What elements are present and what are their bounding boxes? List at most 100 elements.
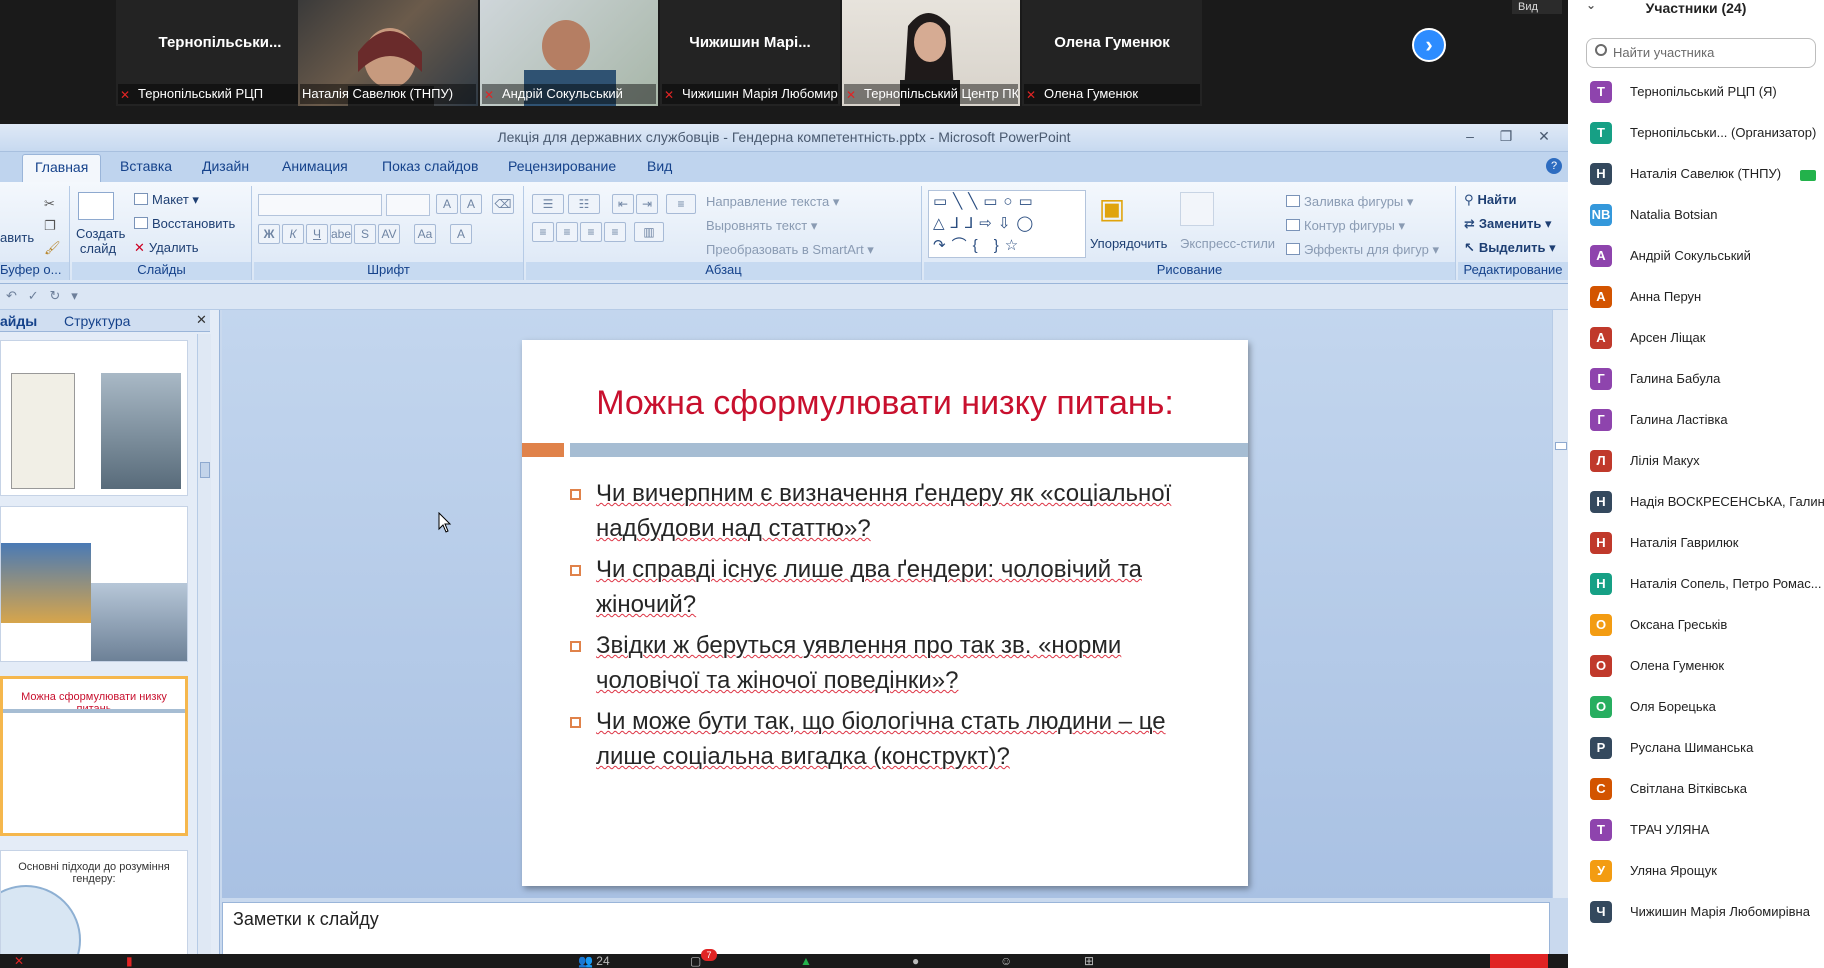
participant-row[interactable]: А Анна Перун <box>1568 279 1824 320</box>
participant-row[interactable]: Ч Чижишин Марія Любомирівна <box>1568 894 1824 935</box>
participant-row[interactable]: С Світлана Вітківська <box>1568 771 1824 812</box>
copy-icon[interactable]: ❐ <box>44 218 56 234</box>
search-input[interactable]: Найти участника <box>1586 38 1816 68</box>
decrease-indent-icon[interactable]: ⇤ <box>612 194 634 214</box>
participant-row[interactable]: Г Галина Ластівка <box>1568 402 1824 443</box>
align-center-icon[interactable]: ≡ <box>556 222 578 242</box>
close-icon[interactable]: ✕ <box>1534 128 1554 146</box>
minimize-icon[interactable]: – <box>1460 128 1480 146</box>
participant-row[interactable]: NB Natalia Botsian <box>1568 197 1824 238</box>
new-slide-button[interactable]: Создать слайд <box>76 226 125 256</box>
participant-row[interactable]: Н Надія ВОСКРЕСЕНСЬКА, Галина Г <box>1568 484 1824 525</box>
shadow-icon[interactable]: S <box>354 224 376 244</box>
quick-styles-button[interactable]: Экспресс-стили <box>1180 236 1275 251</box>
spellcheck-icon[interactable]: ✓ <box>28 288 39 303</box>
bold-icon[interactable]: Ж <box>258 224 280 244</box>
smartart-button[interactable]: Преобразовать в SmartArt ▾ <box>706 242 874 258</box>
participant-row[interactable]: Т Тернопільськи... (Организатор) <box>1568 115 1824 156</box>
participant-row[interactable]: Т Тернопільський РЦП (Я) <box>1568 74 1824 115</box>
chevron-down-icon[interactable]: ⌄ <box>1586 0 1596 12</box>
change-case-icon[interactable]: Aa <box>414 224 436 244</box>
slide-thumbnail[interactable] <box>0 506 188 662</box>
participant-row[interactable]: Р Руслана Шиманська <box>1568 730 1824 771</box>
shape-outline-button[interactable]: Контур фигуры ▾ <box>1286 218 1405 234</box>
slide-thumbnail[interactable] <box>0 340 188 496</box>
slide-title[interactable]: Можна сформулювати низку питань: <box>522 384 1248 423</box>
justify-icon[interactable]: ≡ <box>604 222 626 242</box>
shapes-gallery[interactable]: ▭╲╲▭○▭ △⅃⅃⇨⇩◯ ↷⌒{ }☆ <box>928 190 1086 258</box>
tab-view[interactable]: Вид <box>647 158 672 174</box>
font-size-select[interactable] <box>386 194 430 216</box>
cut-icon[interactable]: ✂ <box>44 196 55 212</box>
participant-row[interactable]: А Арсен Ліщак <box>1568 320 1824 361</box>
participant-row[interactable]: А Андрій Сокульський <box>1568 238 1824 279</box>
video-tile[interactable]: Тернопільський Центр ПК ✕ <box>842 0 1020 106</box>
participant-row[interactable]: Г Галина Бабула <box>1568 361 1824 402</box>
bullets-icon[interactable]: ☰ <box>532 194 564 214</box>
font-name-select[interactable] <box>258 194 382 216</box>
redo-icon[interactable]: ↻ <box>50 288 61 303</box>
slide-scrollbar[interactable] <box>1552 310 1568 898</box>
text-direction-button[interactable]: Направление текста ▾ <box>706 194 839 210</box>
end-meeting-button[interactable] <box>1490 954 1548 968</box>
participant-row[interactable]: Т ТРАЧ УЛЯНА <box>1568 812 1824 853</box>
align-text-button[interactable]: Выровнять текст ▾ <box>706 218 817 234</box>
video-tile[interactable]: Андрій Сокульський ✕ <box>480 0 658 106</box>
scroll-thumb[interactable] <box>200 462 210 478</box>
tab-insert[interactable]: Вставка <box>120 158 172 174</box>
reset-button[interactable]: Восстановить <box>134 216 235 231</box>
tab-animation[interactable]: Анимация <box>282 158 348 174</box>
tab-outline[interactable]: Структура <box>64 313 130 329</box>
panel-scrollbar[interactable] <box>197 334 211 960</box>
align-right-icon[interactable]: ≡ <box>580 222 602 242</box>
notes-pane[interactable]: Заметки к слайду <box>222 902 1550 962</box>
replace-button[interactable]: ⇄ Заменить ▾ <box>1464 216 1551 232</box>
new-slide-icon[interactable] <box>78 192 114 220</box>
next-page-icon[interactable]: › <box>1412 28 1446 62</box>
participants-icon[interactable]: 👥 24 <box>578 954 610 968</box>
participant-row[interactable]: Н Наталія Гаврилюк <box>1568 525 1824 566</box>
tab-design[interactable]: Дизайн <box>202 158 249 174</box>
share-screen-icon[interactable]: ▲ <box>800 954 812 968</box>
video-tile[interactable]: Чижишин Марі... Чижишин Марія Любомирів.… <box>660 0 840 106</box>
tab-home[interactable]: Главная <box>22 154 102 182</box>
font-color-icon[interactable]: A <box>450 224 472 244</box>
tab-review[interactable]: Рецензирование <box>508 158 616 174</box>
video-tile[interactable]: Наталія Савелюк (ТНПУ) <box>298 0 478 106</box>
bullet-list[interactable]: Чи вичерпним є визначення ґендеру як «со… <box>566 476 1206 780</box>
arrange-button[interactable]: Упорядочить <box>1090 236 1167 251</box>
shape-fill-button[interactable]: Заливка фигуры ▾ <box>1286 194 1413 210</box>
tab-slides[interactable]: айды <box>0 313 37 329</box>
line-spacing-icon[interactable]: ≡ <box>666 194 696 214</box>
video-tile[interactable]: Олена Гуменюк Олена Гуменюк ✕ <box>1022 0 1202 106</box>
restore-icon[interactable]: ❐ <box>1496 128 1516 146</box>
reactions-icon[interactable]: ☺ <box>1000 954 1012 968</box>
participant-row[interactable]: У Уляна Ярощук <box>1568 853 1824 894</box>
spacing-icon[interactable]: AV <box>378 224 400 244</box>
video-tile[interactable]: Тернопільськи... Тернопільський РЦП ✕ <box>116 0 324 106</box>
delete-slide-button[interactable]: ✕ Удалить <box>134 240 199 256</box>
chat-icon[interactable]: ▢ <box>690 954 701 968</box>
italic-icon[interactable]: К <box>282 224 304 244</box>
participant-row[interactable]: Н Наталія Сопель, Петро Ромас... <box>1568 566 1824 607</box>
slide-thumbnail[interactable]: Основні підходи до розуміння гендеру: <box>0 850 188 960</box>
slide[interactable]: Можна сформулювати низку питань: Чи виче… <box>522 340 1248 886</box>
align-left-icon[interactable]: ≡ <box>532 222 554 242</box>
record-icon[interactable]: ● <box>912 954 919 968</box>
participant-row[interactable]: О Олена Гуменюк <box>1568 648 1824 689</box>
find-button[interactable]: ⚲ Найти <box>1464 192 1517 208</box>
format-painter-icon[interactable]: 🖌 <box>44 240 61 256</box>
customize-icon[interactable]: ▾ <box>71 288 78 303</box>
mute-icon[interactable]: ✕ <box>14 954 24 968</box>
participant-row[interactable]: Н Наталія Савелюк (ТНПУ) <box>1568 156 1824 197</box>
view-button[interactable]: Вид <box>1512 0 1562 14</box>
apps-icon[interactable]: ⊞ <box>1084 954 1094 968</box>
participant-row[interactable]: О Оксана Греськів <box>1568 607 1824 648</box>
scroll-thumb[interactable] <box>1555 442 1567 450</box>
undo-icon[interactable]: ↶ <box>6 288 17 303</box>
numbering-icon[interactable]: ☷ <box>568 194 600 214</box>
clear-format-icon[interactable]: ⌫ <box>492 194 514 214</box>
layout-button[interactable]: Макет ▾ <box>134 192 199 208</box>
increase-indent-icon[interactable]: ⇥ <box>636 194 658 214</box>
participant-row[interactable]: О Оля Борецька <box>1568 689 1824 730</box>
